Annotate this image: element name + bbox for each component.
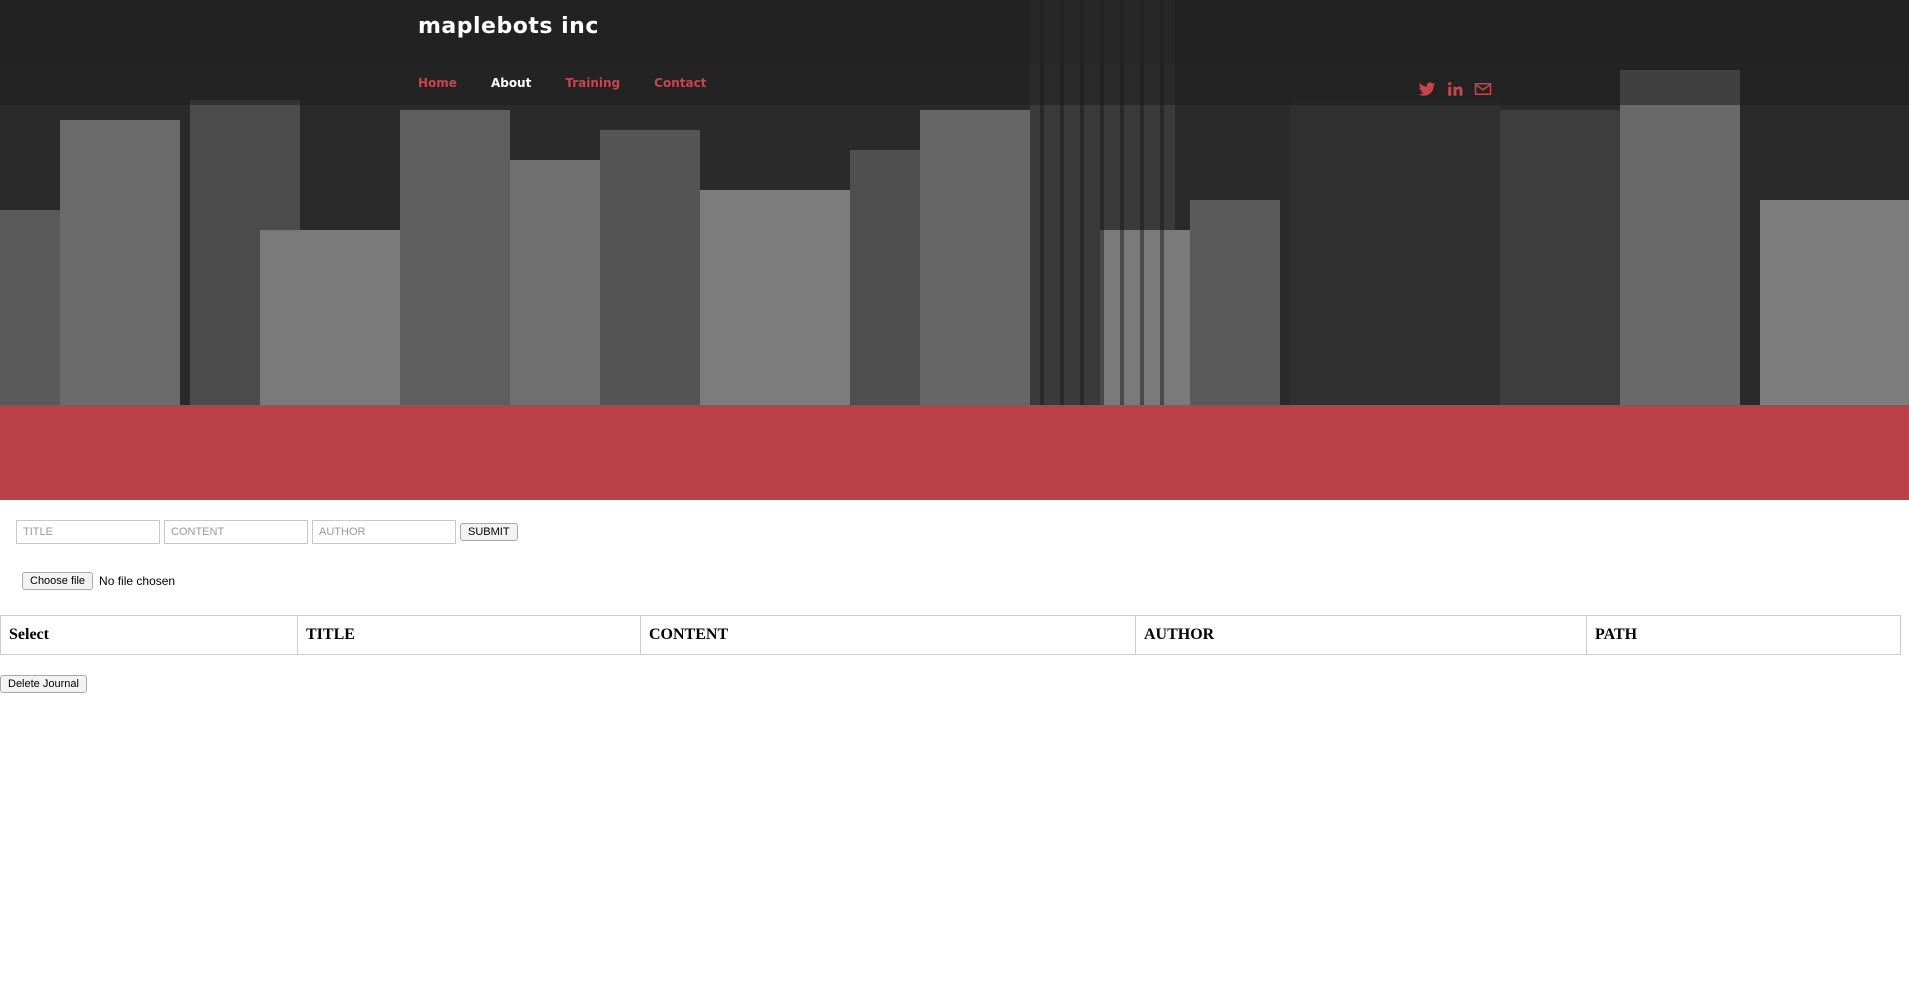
choose-file-button[interactable]: Choose file — [22, 572, 94, 590]
main-nav: Home About Training Contact — [418, 76, 740, 90]
nav-home[interactable]: Home — [418, 76, 457, 90]
nav-about[interactable]: About — [491, 76, 531, 90]
author-input[interactable] — [312, 520, 456, 544]
hero-banner: maplebots inc Home About Training Contac… — [0, 0, 1909, 405]
journal-form: SUBMIT — [16, 520, 518, 544]
social-links — [1418, 80, 1492, 98]
column-select: Select — [0, 615, 298, 655]
column-path: PATH — [1586, 615, 1901, 655]
nav-training[interactable]: Training — [565, 76, 620, 90]
submit-button[interactable]: SUBMIT — [460, 523, 518, 541]
table-header-row: Select TITLE CONTENT AUTHOR PATH — [0, 615, 1901, 655]
journal-table: Select TITLE CONTENT AUTHOR PATH — [0, 615, 1901, 655]
accent-band — [0, 405, 1909, 500]
mail-icon[interactable] — [1474, 80, 1492, 98]
column-title: TITLE — [297, 615, 641, 655]
brand-logo-text[interactable]: maplebots inc — [418, 14, 599, 39]
linkedin-icon[interactable] — [1446, 80, 1464, 98]
column-content: CONTENT — [640, 615, 1136, 655]
file-status: No file chosen — [99, 574, 176, 588]
delete-journal-button[interactable]: Delete Journal — [0, 675, 87, 693]
file-upload: Choose file No file chosen — [22, 572, 175, 590]
twitter-icon[interactable] — [1418, 80, 1436, 98]
column-author: AUTHOR — [1135, 615, 1587, 655]
content-input[interactable] — [164, 520, 308, 544]
title-input[interactable] — [16, 520, 160, 544]
nav-contact[interactable]: Contact — [654, 76, 706, 90]
